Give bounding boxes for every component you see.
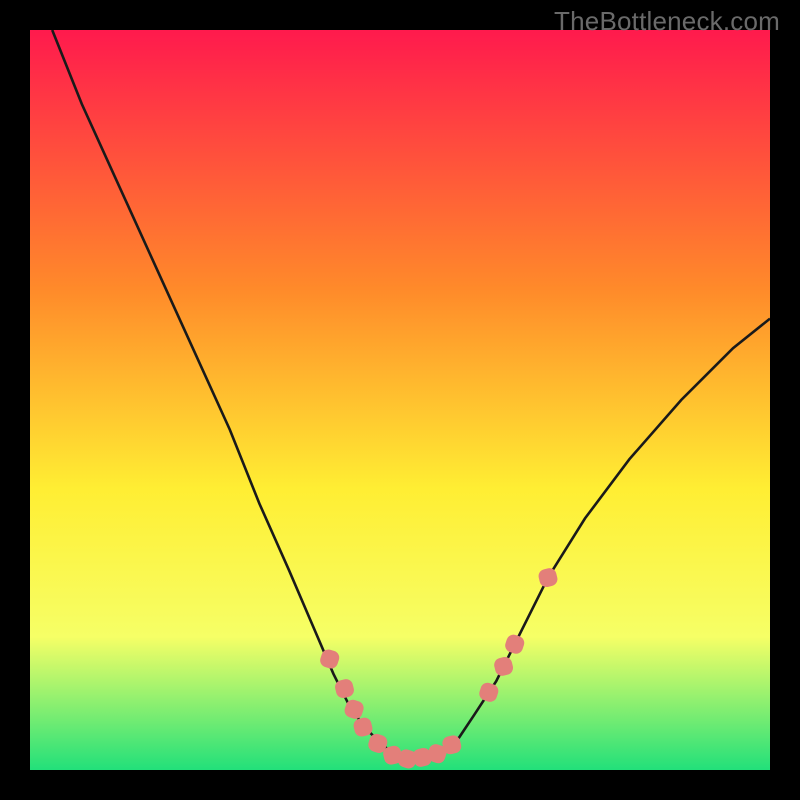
gradient-bg [30,30,770,770]
watermark-text: TheBottleneck.com [554,6,780,37]
chart-container: TheBottleneck.com [0,0,800,800]
plot-area [30,30,770,770]
chart-svg [30,30,770,770]
